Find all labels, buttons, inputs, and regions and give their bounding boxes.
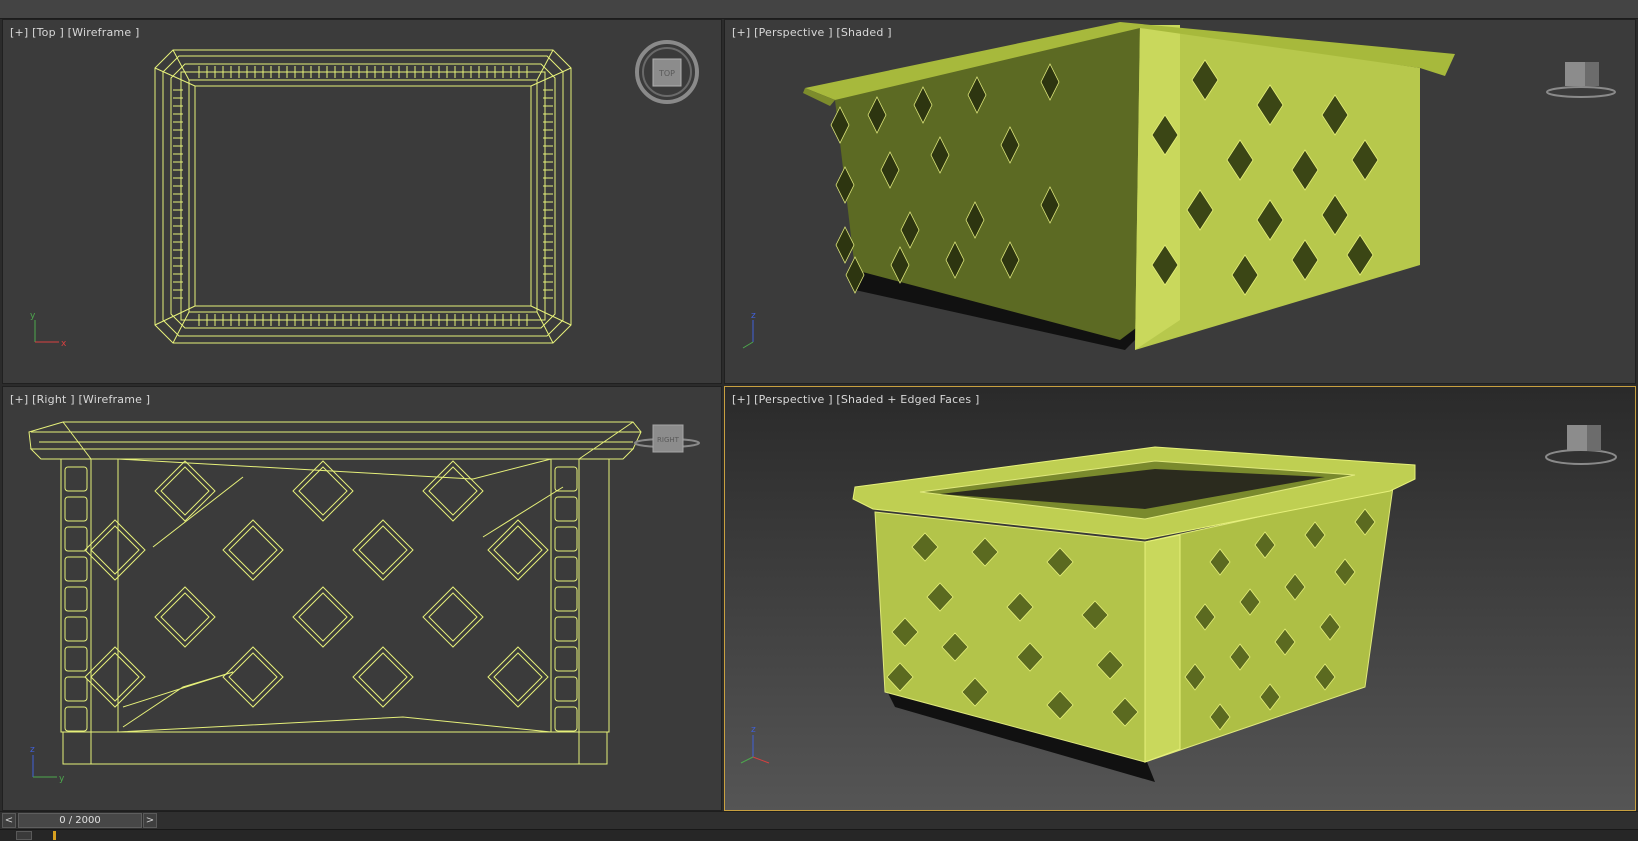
time-slider-bar: < 0 / 2000 >: [0, 811, 1638, 830]
trackbar-filter-icon[interactable]: [16, 831, 32, 840]
current-frame-marker: [53, 831, 56, 840]
main-toolbar-strip: [0, 0, 1638, 19]
svg-text:z: z: [751, 311, 756, 321]
track-bar[interactable]: [0, 829, 1638, 841]
viewcube-perspective-edged[interactable]: [1545, 425, 1617, 465]
axis-tripod: z: [742, 311, 756, 349]
viewport-label[interactable]: [+] [Top ] [Wireframe ]: [10, 26, 139, 39]
viewport-perspective-shaded[interactable]: z [+] [Perspective ] [Shaded ]: [724, 19, 1636, 384]
right-wireframe-scene: RIGHT z y: [28, 421, 700, 784]
viewport-label[interactable]: [+] [Right ] [Wireframe ]: [10, 393, 150, 406]
perspective-shaded-scene: z: [742, 22, 1616, 350]
viewcube-perspective[interactable]: [1546, 62, 1616, 98]
viewcube-right[interactable]: RIGHT: [634, 424, 700, 453]
viewport-label[interactable]: [+] [Perspective ] [Shaded ]: [732, 26, 892, 39]
viewport-perspective-edged[interactable]: z [+] [Perspective ] [Shaded + Edged Fac…: [724, 386, 1636, 811]
axis-tripod: y x: [30, 311, 67, 349]
next-frame-button[interactable]: >: [143, 813, 157, 828]
viewcube-top[interactable]: TOP: [635, 40, 699, 104]
axis-tripod: z: [740, 725, 770, 764]
svg-text:z: z: [30, 745, 35, 755]
viewport-right[interactable]: RIGHT z y [+] [Right ] [Wireframe ]: [2, 386, 722, 811]
prev-frame-button[interactable]: <: [2, 813, 16, 828]
perspective-edged-scene: z: [740, 425, 1617, 782]
time-slider[interactable]: 0 / 2000: [18, 813, 142, 828]
svg-text:y: y: [59, 774, 65, 784]
axis-tripod: z y: [30, 745, 65, 784]
viewport-label[interactable]: [+] [Perspective ] [Shaded + Edged Faces…: [732, 393, 979, 406]
viewport-top[interactable]: TOP y x [+] [Top ] [Wireframe ]: [2, 19, 722, 384]
svg-text:x: x: [61, 339, 67, 349]
viewcube-face-label: RIGHT: [657, 436, 680, 444]
top-wireframe-scene: TOP y x: [30, 40, 699, 349]
viewcube-face-label: TOP: [658, 69, 675, 78]
svg-text:z: z: [751, 725, 756, 735]
svg-text:y: y: [30, 311, 36, 321]
